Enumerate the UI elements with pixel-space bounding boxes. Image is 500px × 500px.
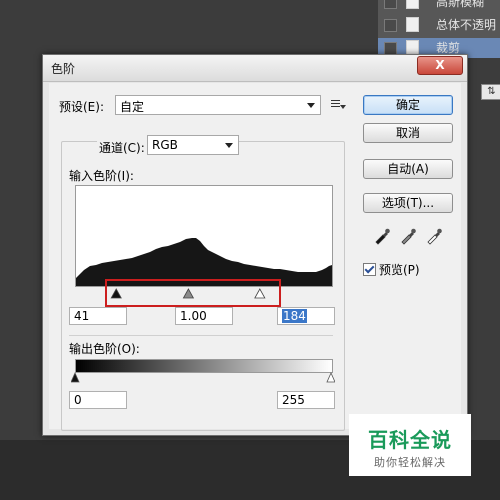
preview-label: 预览(P) [379,263,420,277]
output-slider-svg [70,372,336,383]
watermark-logo: 百科全说 助你轻松解决 [349,414,471,476]
dialog-title: 色阶 [51,62,76,76]
preset-select[interactable]: 自定 [115,95,321,115]
cancel-button[interactable]: 取消 [363,123,453,143]
preset-options-icon[interactable] [331,100,346,111]
auto-button[interactable]: 自动(A) [363,159,453,179]
separator [69,335,333,336]
preview-checkbox[interactable] [363,263,376,276]
panel-mini-button[interactable]: ⇅ [481,84,500,100]
input-gamma-value: 1.00 [180,309,207,323]
black-eyedropper-icon[interactable] [373,227,391,245]
histogram-graph [76,238,332,286]
output-white-value: 255 [282,393,305,407]
output-levels-label: 输出色阶(O): [69,342,140,356]
input-black-value: 41 [74,309,90,323]
layer-icon [406,17,419,32]
visibility-toggle[interactable] [384,19,397,32]
close-button[interactable]: X [417,56,463,75]
output-black-value: 0 [74,393,82,407]
layer-name: 总体不透明 [436,18,497,32]
visibility-toggle[interactable] [384,0,397,9]
levels-dialog: 色阶 X 预设(E): 自定 通道(C): RGB 输入色阶(I): 41 1.… [42,54,468,436]
channel-label: 通道(C): [97,139,147,156]
histogram [75,185,333,287]
input-black-field[interactable]: 41 [69,307,127,325]
output-white-handle[interactable] [326,372,336,383]
ok-button[interactable]: 确定 [363,95,453,115]
layer-row[interactable]: 总体不透明 [378,15,500,35]
input-white-field[interactable]: 184 [277,307,335,325]
input-gamma-field[interactable]: 1.00 [175,307,233,325]
layers-panel: 高斯模糊 总体不透明 裁剪 [378,0,500,58]
white-eyedropper-icon[interactable] [425,227,443,245]
output-levels-slider[interactable] [70,372,336,384]
preset-value: 自定 [120,100,145,114]
channel-select[interactable]: RGB [147,135,239,155]
chevron-down-icon [307,103,315,108]
options-button[interactable]: 选项(T)... [363,193,453,213]
preset-label: 预设(E): [59,100,104,114]
output-black-field[interactable]: 0 [69,391,127,409]
input-levels-label: 输入色阶(I): [69,169,134,183]
close-icon: X [435,58,445,72]
layer-row[interactable]: 高斯模糊 [378,0,500,12]
gray-eyedropper-icon[interactable] [399,227,417,245]
highlight-annotation [105,279,281,307]
watermark-subtitle: 助你轻松解决 [374,456,446,469]
input-white-value: 184 [282,309,307,323]
layer-icon [406,0,419,9]
output-black-handle[interactable] [70,372,80,383]
layer-name: 高斯模糊 [436,0,485,9]
chevron-down-icon [225,143,233,148]
output-white-field[interactable]: 255 [277,391,335,409]
dialog-titlebar[interactable]: 色阶 X [43,55,467,82]
dialog-body: 预设(E): 自定 通道(C): RGB 输入色阶(I): 41 1.00 18… [49,83,461,431]
output-gradient-bar [75,359,333,373]
watermark-title: 百科全说 [368,428,452,452]
layer-icon [406,40,419,55]
channel-value: RGB [152,138,178,152]
